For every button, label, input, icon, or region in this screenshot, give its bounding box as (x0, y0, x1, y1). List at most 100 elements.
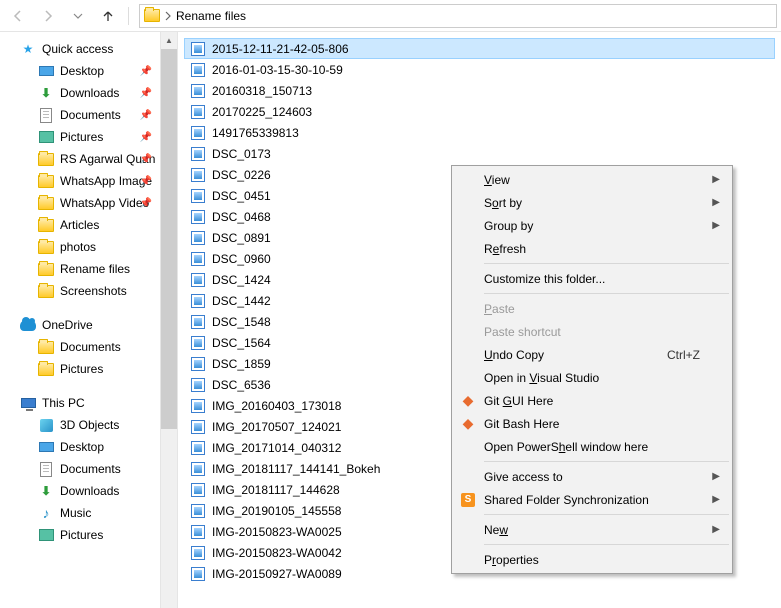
sidebar-item[interactable]: Pictures (0, 358, 160, 380)
file-name: DSC_0173 (212, 147, 271, 161)
sidebar-item[interactable]: ⬇Downloads📌 (0, 82, 160, 104)
ctx-open-vs[interactable]: Open in Visual Studio (454, 366, 730, 389)
image-file-icon (190, 188, 206, 204)
this-pc-header[interactable]: This PC (0, 392, 160, 414)
ctx-customize[interactable]: Customize this folder... (454, 267, 730, 290)
star-icon: ★ (20, 41, 36, 57)
docs-icon (38, 107, 54, 123)
file-name: DSC_0451 (212, 189, 271, 203)
file-name: IMG_20181117_144141_Bokeh (212, 462, 380, 476)
pin-icon: 📌 (140, 88, 152, 99)
file-name: IMG_20160403_173018 (212, 399, 341, 413)
pin-icon: 📌 (140, 198, 152, 209)
sidebar-item-label: Documents (60, 462, 121, 476)
folder-icon (38, 217, 54, 233)
sidebar-item[interactable]: ⬇ Downloads (0, 480, 160, 502)
git-icon: ◆ (460, 416, 476, 432)
folder-icon (38, 261, 54, 277)
file-name: DSC_0226 (212, 168, 271, 182)
image-file-icon (190, 566, 206, 582)
ctx-git-bash[interactable]: ◆Git Bash Here (454, 412, 730, 435)
ctx-view[interactable]: View▶ (454, 168, 730, 191)
onedrive-header[interactable]: OneDrive (0, 314, 160, 336)
sidebar-item[interactable]: Desktop (0, 436, 160, 458)
sidebar-item[interactable]: Rename files (0, 258, 160, 280)
pics-icon (38, 129, 54, 145)
ctx-properties[interactable]: Properties (454, 548, 730, 571)
sidebar-item[interactable]: Articles (0, 214, 160, 236)
chevron-right-icon: ▶ (712, 197, 720, 208)
sidebar-item[interactable]: 3D Objects (0, 414, 160, 436)
image-file-icon (190, 293, 206, 309)
sidebar-item-label: Downloads (60, 86, 119, 100)
chevron-right-icon: ▶ (712, 494, 720, 505)
sidebar-scrollbar[interactable]: ▲ (160, 32, 177, 608)
file-row[interactable]: 1491765339813 (184, 122, 775, 143)
ctx-undo[interactable]: Undo CopyCtrl+Z (454, 343, 730, 366)
image-file-icon (190, 461, 206, 477)
file-row[interactable]: 20160318_150713 (184, 80, 775, 101)
downloads-icon: ⬇ (38, 483, 54, 499)
ctx-give-access[interactable]: Give access to▶ (454, 465, 730, 488)
image-file-icon (190, 83, 206, 99)
context-menu: View▶ Sort by▶ Group by▶ Refresh Customi… (451, 165, 733, 574)
sidebar-item[interactable]: WhatsApp Video📌 (0, 192, 160, 214)
sidebar-item[interactable]: RS Agarwal Quan📌 (0, 148, 160, 170)
nav-forward-button[interactable] (34, 4, 62, 28)
ctx-git-gui[interactable]: ◆Git GUI Here (454, 389, 730, 412)
sidebar-item[interactable]: Documents (0, 336, 160, 358)
nav-recent-button[interactable] (64, 4, 92, 28)
onedrive-label: OneDrive (42, 318, 93, 332)
ctx-shortcut: Ctrl+Z (667, 348, 700, 362)
onedrive-group: OneDrive Documents Pictures (0, 314, 160, 380)
quick-access-header[interactable]: ★ Quick access (0, 38, 160, 60)
file-row[interactable]: 20170225_124603 (184, 101, 775, 122)
breadcrumb[interactable]: Rename files (139, 4, 777, 28)
sidebar-item[interactable]: ♪Music (0, 502, 160, 524)
scroll-thumb[interactable] (161, 49, 177, 429)
image-file-icon (190, 503, 206, 519)
chevron-right-icon: ▶ (712, 471, 720, 482)
sidebar-item-label: Downloads (60, 484, 119, 498)
sidebar-item-label: Music (60, 506, 91, 520)
pin-icon: 📌 (140, 176, 152, 187)
file-name: DSC_1424 (212, 273, 271, 287)
nav-back-button[interactable] (4, 4, 32, 28)
chevron-right-icon: ▶ (712, 174, 720, 185)
sidebar-item[interactable]: Documents📌 (0, 104, 160, 126)
file-name: 20160318_150713 (212, 84, 312, 98)
ctx-group-by[interactable]: Group by▶ (454, 214, 730, 237)
file-row[interactable]: 2016-01-03-15-30-10-59 (184, 59, 775, 80)
sidebar-item[interactable]: Pictures📌 (0, 126, 160, 148)
image-file-icon (190, 62, 206, 78)
ctx-new[interactable]: New▶ (454, 518, 730, 541)
scroll-up-icon[interactable]: ▲ (161, 32, 177, 49)
sidebar-item-label: Pictures (60, 362, 103, 376)
file-row[interactable]: DSC_0173 (184, 143, 775, 164)
sidebar-item[interactable]: Pictures (0, 524, 160, 546)
image-file-icon (190, 272, 206, 288)
nav-up-button[interactable] (94, 4, 122, 28)
image-file-icon (190, 524, 206, 540)
ctx-shared-sync[interactable]: SShared Folder Synchronization▶ (454, 488, 730, 511)
sidebar-item[interactable]: photos (0, 236, 160, 258)
sidebar-item[interactable]: Desktop📌 (0, 60, 160, 82)
folder-icon (38, 195, 54, 211)
file-name: 20170225_124603 (212, 105, 312, 119)
file-row[interactable]: 2015-12-11-21-42-05-806 (184, 38, 775, 59)
chevron-right-icon: ▶ (712, 220, 720, 231)
ctx-paste: Paste (454, 297, 730, 320)
image-file-icon (190, 314, 206, 330)
ctx-refresh[interactable]: Refresh (454, 237, 730, 260)
quick-access-label: Quick access (42, 42, 113, 56)
breadcrumb-folder[interactable]: Rename files (176, 9, 246, 23)
image-file-icon (190, 545, 206, 561)
sidebar-item[interactable]: WhatsApp Image📌 (0, 170, 160, 192)
sidebar-item-label: Rename files (60, 262, 130, 276)
ctx-powershell[interactable]: Open PowerShell window here (454, 435, 730, 458)
ctx-sort-by[interactable]: Sort by▶ (454, 191, 730, 214)
sidebar-item[interactable]: Screenshots (0, 280, 160, 302)
folder-icon (38, 173, 54, 189)
ctx-separator (484, 263, 729, 264)
sidebar-item[interactable]: Documents (0, 458, 160, 480)
